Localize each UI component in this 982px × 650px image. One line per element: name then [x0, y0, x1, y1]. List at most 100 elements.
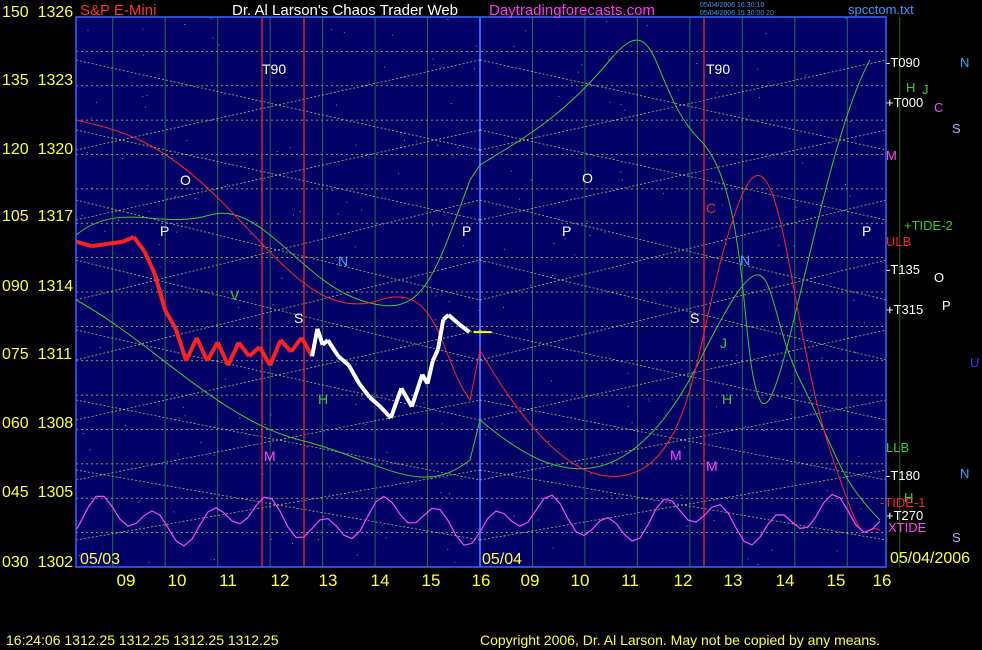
y-axis-degree: 030 — [2, 554, 29, 571]
star-dot — [440, 66, 442, 68]
star-dot — [385, 537, 387, 539]
star-dot — [211, 18, 213, 20]
copyright: Copyright 2006, Dr. Al Larson. May not b… — [480, 632, 881, 648]
star-dot — [440, 492, 442, 494]
star-dot — [620, 103, 622, 105]
star-dot — [99, 327, 101, 329]
x-axis-hour-label: 10 — [167, 571, 187, 590]
star-dot — [250, 233, 252, 235]
star-dot — [299, 211, 301, 212]
star-dot — [680, 494, 682, 496]
star-dot — [218, 44, 220, 46]
timestamp-stamp: 05/04/2006 16:30:10 05/04/2006 15:30:00 … — [700, 2, 774, 18]
star-dot — [173, 511, 175, 513]
star-dot — [449, 493, 450, 495]
star-dot — [647, 398, 649, 400]
star-dot — [677, 89, 679, 91]
right-legend-label: S — [952, 530, 961, 545]
star-dot — [162, 290, 164, 291]
star-dot — [445, 496, 447, 498]
star-dot — [159, 266, 161, 268]
star-dot — [355, 404, 357, 405]
right-legend-label: N — [960, 55, 970, 70]
star-dot — [122, 158, 123, 160]
star-dot — [151, 289, 152, 291]
star-dot — [434, 319, 436, 321]
star-dot — [226, 184, 228, 186]
star-dot — [558, 95, 560, 97]
x-axis-hour-label: 09 — [116, 571, 136, 590]
x-axis-hour-label: 11 — [219, 571, 237, 590]
star-dot — [622, 179, 623, 181]
y-axis-label: 045 1305 — [2, 484, 73, 502]
star-dot — [182, 406, 184, 408]
star-dot — [537, 135, 539, 137]
in-chart-label: O — [582, 170, 593, 186]
star-dot — [519, 198, 521, 200]
star-dot — [528, 465, 530, 467]
timestamp-line-1: 05/04/2006 16:30:10 — [700, 2, 765, 9]
date-label: 05/04 — [482, 551, 523, 568]
x-axis-hour-label: 13 — [318, 571, 338, 590]
star-dot — [104, 230, 106, 232]
in-chart-label: N — [740, 252, 750, 268]
star-dot — [225, 378, 226, 380]
x-axis-hour-label: 15 — [421, 571, 441, 590]
y-axis-price: 1317 — [28, 208, 74, 225]
x-axis-hour-label: 14 — [370, 571, 390, 590]
star-dot — [323, 516, 325, 518]
star-dot — [117, 220, 119, 221]
right-legend-label: U — [970, 355, 980, 370]
star-dot — [264, 424, 266, 425]
star-dot — [99, 290, 101, 292]
y-axis-degree: 090 — [2, 278, 29, 295]
star-dot — [356, 554, 358, 556]
star-dot — [696, 63, 698, 64]
y-axis-label: 030 1302 — [2, 554, 73, 572]
right-legend-label: +T315 — [886, 302, 924, 317]
star-dot — [681, 369, 683, 371]
star-dot — [402, 77, 404, 78]
star-dot — [525, 30, 527, 32]
star-dot — [176, 231, 178, 233]
star-dot — [821, 357, 823, 359]
star-dot — [745, 425, 747, 427]
star-dot — [447, 548, 449, 550]
star-dot — [184, 24, 186, 25]
star-dot — [90, 117, 92, 119]
star-dot — [214, 559, 215, 561]
star-dot — [748, 115, 750, 117]
star-dot — [184, 415, 186, 417]
star-dot — [441, 423, 443, 425]
in-chart-label: P — [562, 223, 571, 239]
star-dot — [778, 244, 780, 246]
star-dot — [143, 54, 145, 56]
date-label: 05/03 — [80, 551, 121, 568]
y-axis-label: 150 1326 — [2, 4, 73, 22]
star-dot — [448, 301, 450, 303]
star-dot — [95, 101, 97, 103]
site-link[interactable]: Daytradingforecasts.com — [489, 2, 655, 19]
star-dot — [684, 447, 685, 449]
y-axis-price: 1323 — [28, 72, 74, 89]
star-dot — [447, 19, 449, 20]
star-dot — [608, 59, 610, 61]
star-dot — [239, 417, 241, 419]
star-dot — [81, 214, 83, 216]
y-axis-price: 1305 — [28, 484, 74, 501]
star-dot — [138, 501, 140, 503]
star-dot — [513, 45, 515, 47]
y-axis-label: 060 1308 — [2, 415, 73, 433]
in-chart-label: T90 — [706, 61, 730, 77]
star-dot — [423, 402, 425, 404]
star-dot — [586, 220, 588, 222]
star-dot — [259, 328, 261, 330]
star-dot — [139, 500, 141, 502]
in-chart-label: T90 — [262, 61, 286, 77]
star-dot — [797, 386, 799, 388]
star-dot — [276, 151, 278, 152]
star-dot — [404, 139, 405, 141]
star-dot — [158, 243, 160, 245]
right-legend-label: -T180 — [886, 468, 920, 483]
star-dot — [452, 155, 454, 157]
